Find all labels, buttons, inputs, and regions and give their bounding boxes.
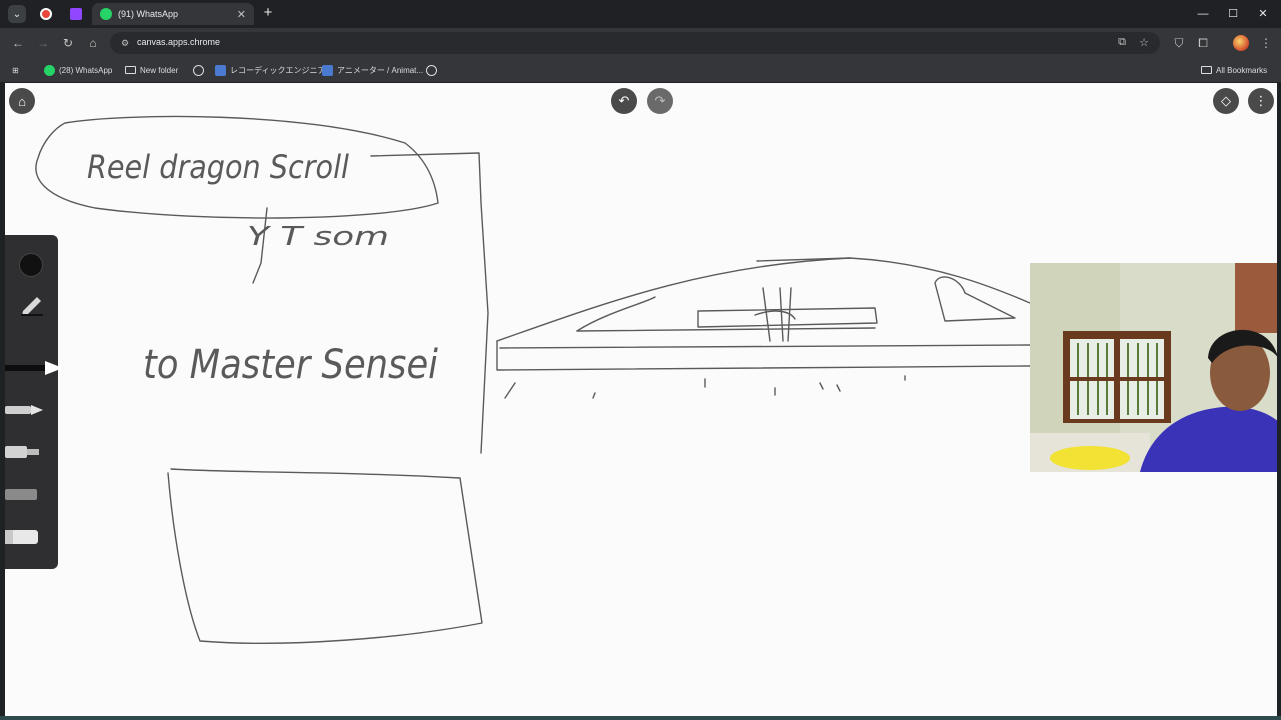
site-info-icon[interactable]: ⚙: [118, 36, 132, 50]
tab-search-button[interactable]: ⌄: [8, 5, 26, 23]
redo-button[interactable]: ↷: [647, 88, 673, 114]
new-tab-button[interactable]: +: [260, 4, 276, 21]
url-text: canvas.apps.chrome: [137, 37, 221, 47]
menu-dots-icon[interactable]: ⋮: [1257, 34, 1275, 52]
handwriting-title: Reel dragon Scroll: [87, 148, 349, 186]
address-bar[interactable]: ⚙ canvas.apps.chrome ⧉ ☆: [110, 32, 1160, 54]
bookmark-globe[interactable]: [193, 62, 208, 78]
bookmark-star-icon[interactable]: ☆: [1137, 36, 1151, 49]
browser-toolbar: ← → ↻ ⌂ ⚙ canvas.apps.chrome ⧉ ☆ ⛉ ⧠ ⋮: [0, 28, 1281, 58]
pen-tool-icon[interactable]: [5, 401, 45, 419]
more-dots-icon: ⋮: [1254, 93, 1268, 108]
globe-icon: [426, 64, 437, 76]
window-close-icon[interactable]: ✕: [1248, 4, 1278, 24]
site-icon: [215, 64, 226, 76]
back-icon[interactable]: ←: [9, 34, 27, 52]
tab-title: (91) WhatsApp: [118, 9, 179, 19]
install-app-icon[interactable]: ⧉: [1115, 36, 1129, 49]
home-icon[interactable]: ⌂: [84, 34, 102, 52]
highlighter-tool-icon[interactable]: [5, 443, 45, 461]
red-record-icon: [40, 8, 52, 20]
handwriting-sensei: to Master Sensei: [143, 342, 438, 388]
bookmark-globe-2[interactable]: [426, 62, 441, 78]
bracket-stroke: [370, 152, 489, 454]
undo-button[interactable]: ↶: [611, 88, 637, 114]
bookmarks-bar: ⊞ (28) WhatsApp New folder レコーディックエンジニア.…: [0, 58, 1281, 82]
redo-icon: ↷: [654, 93, 666, 108]
browser-window: ⌄ (91) WhatsApp ✕ + — ☐ ✕ ← → ↻ ⌂ ⚙ canv…: [0, 0, 1281, 720]
pencil-tool-icon[interactable]: [19, 293, 45, 317]
bookmark-new-folder[interactable]: New folder: [125, 62, 178, 78]
undo-icon: ↶: [618, 93, 630, 108]
color-swatch[interactable]: [19, 253, 43, 277]
bookmark-label: New folder: [140, 65, 179, 75]
maximize-icon[interactable]: ☐: [1218, 4, 1248, 24]
twitch-icon: [70, 8, 82, 20]
reload-icon[interactable]: ↻: [59, 34, 77, 52]
whatsapp-icon: [100, 8, 112, 20]
marker-tool-icon[interactable]: [5, 359, 67, 377]
all-bookmarks-label: All Bookmarks: [1216, 65, 1268, 75]
drawing-canvas[interactable]: Reel dragon Scroll Y T som to Master Sen…: [5, 83, 1277, 716]
tab-pinned-record[interactable]: [33, 3, 59, 25]
minimize-icon[interactable]: —: [1188, 4, 1218, 24]
layers-button[interactable]: ◇: [1213, 88, 1239, 114]
apps-grid-icon[interactable]: ⊞: [12, 62, 19, 78]
eraser-tool-icon[interactable]: [5, 527, 45, 547]
bookmark-label: (28) WhatsApp: [59, 65, 113, 75]
bookmark-label: アニメーター / Animat...: [337, 65, 424, 75]
folder-icon: [1201, 66, 1212, 74]
tab-pinned-twitch[interactable]: [63, 3, 89, 25]
rectangle-stroke: [167, 468, 483, 644]
close-icon[interactable]: ✕: [237, 8, 246, 21]
layers-icon: ◇: [1221, 93, 1231, 108]
home-icon: ⌂: [18, 93, 26, 109]
extensions-icon[interactable]: ⧠: [1194, 34, 1212, 52]
tab-strip: ⌄ (91) WhatsApp ✕ + — ☐ ✕: [0, 0, 1281, 28]
whatsapp-icon: [44, 64, 55, 76]
bookmark-label: レコーディックエンジニア...: [230, 65, 333, 75]
bookmark-animator[interactable]: アニメーター / Animat...: [322, 62, 423, 78]
globe-icon: [193, 64, 204, 76]
bookmark-whatsapp[interactable]: (28) WhatsApp: [44, 62, 112, 78]
more-options-button[interactable]: ⋮: [1248, 88, 1274, 114]
shield-icon[interactable]: ⛉: [1170, 34, 1188, 52]
tab-whatsapp[interactable]: (91) WhatsApp ✕: [92, 3, 254, 25]
forward-icon[interactable]: →: [34, 34, 52, 52]
chalk-tool-icon[interactable]: [5, 485, 45, 503]
tool-palette: [5, 235, 63, 569]
all-bookmarks[interactable]: All Bookmarks: [1201, 62, 1267, 78]
bookmark-recording[interactable]: レコーディックエンジニア...: [215, 62, 332, 78]
webcam-overlay: [1030, 263, 1277, 472]
desktop-edge: [0, 716, 1281, 720]
folder-icon: [125, 66, 136, 74]
home-button[interactable]: ⌂: [9, 88, 35, 114]
profile-avatar[interactable]: [1233, 35, 1249, 51]
site-icon: [322, 64, 333, 76]
handwriting-yt: Y T som: [247, 222, 389, 252]
